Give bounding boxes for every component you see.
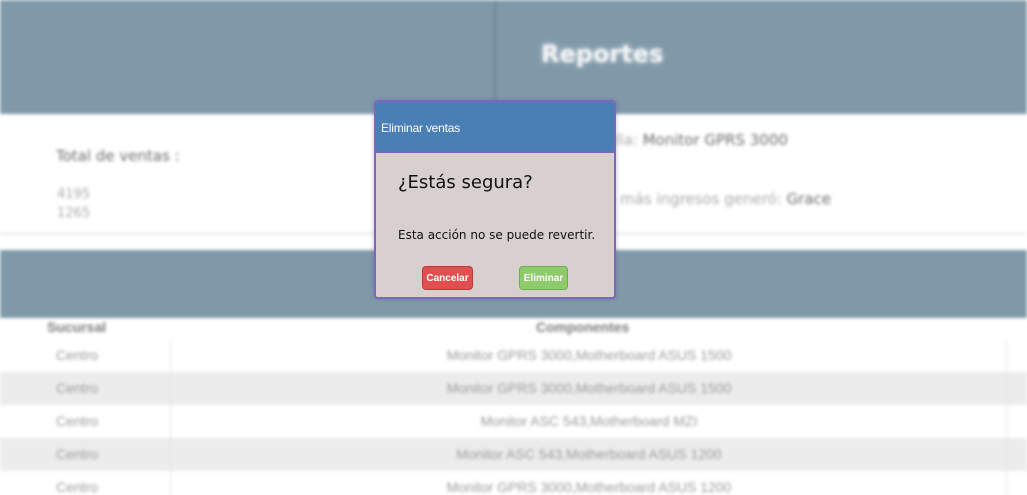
cell-sucursal: Centro: [56, 380, 99, 396]
table-row: Centro Monitor GPRS 3000,Motherboard ASUS…: [0, 471, 1027, 495]
table-row: Centro Monitor ASC 543,Motherboard ASUS 1…: [0, 438, 1027, 471]
cell-sucursal: Centro: [56, 479, 99, 495]
column-header-componentes: Componentes: [536, 319, 630, 335]
column-separator: [1006, 471, 1007, 495]
column-separator: [170, 471, 171, 495]
cell-sucursal: Centro: [56, 446, 99, 462]
table-row: Centro Monitor GPRS 3000,Motherboard ASUS…: [0, 339, 1027, 372]
page-title: Reportes: [541, 40, 664, 68]
column-separator: [170, 438, 171, 471]
confirm-delete-button[interactable]: Eliminar: [519, 266, 568, 290]
cell-sucursal: Centro: [56, 413, 99, 429]
column-separator: [170, 339, 171, 372]
total-sales-value: 1265: [57, 206, 91, 221]
column-separator: [170, 405, 171, 438]
cancel-button[interactable]: Cancelar: [422, 266, 473, 290]
top-seller-prefix: e más ingresos generó:: [606, 190, 782, 208]
table-row: Centro Monitor ASC 543,Motherboard MZI: [0, 405, 1027, 438]
header-left-panel: [0, 0, 495, 114]
column-header-sucursal: Sucursal: [47, 319, 107, 335]
dialog-question: ¿Estás segura?: [398, 172, 533, 193]
column-separator: [1006, 405, 1007, 438]
total-sales-value: 4195: [57, 187, 91, 202]
column-separator: [1006, 372, 1007, 405]
cell-componentes: Monitor GPRS 3000,Motherboard ASUS 1500: [446, 347, 732, 363]
cell-sucursal: Centro: [56, 347, 99, 363]
column-separator: [1006, 339, 1007, 372]
dialog-message: Esta acción no se puede revertir.: [398, 228, 596, 242]
cell-componentes: Monitor ASC 543,Motherboard ASUS 1200: [456, 446, 722, 462]
delete-sales-dialog: Eliminar ventas ¿Estás segura? Esta acci…: [374, 100, 616, 299]
star-product-text: ella: Monitor GPRS 3000: [606, 131, 788, 149]
cell-componentes: Monitor GPRS 3000,Motherboard ASUS 1500: [446, 380, 732, 396]
cell-componentes: Monitor ASC 543,Motherboard MZI: [480, 413, 698, 429]
dialog-header: Eliminar ventas: [376, 102, 614, 153]
column-separator: [170, 372, 171, 405]
cell-componentes: Monitor GPRS 3000,Motherboard ASUS 1200: [446, 479, 732, 495]
dialog-title: Eliminar ventas: [381, 121, 461, 135]
top-seller-text: e más ingresos generó: Grace: [606, 190, 831, 208]
top-seller-name: Grace: [786, 190, 832, 208]
table-row: Centro Monitor GPRS 3000,Motherboard ASUS…: [0, 372, 1027, 405]
column-separator: [1006, 438, 1007, 471]
app-root: Reportes Total de ventas : 4195 1265 ell…: [0, 0, 1027, 495]
total-sales-label: Total de ventas :: [56, 147, 180, 165]
star-product-name: Monitor GPRS 3000: [642, 131, 788, 149]
